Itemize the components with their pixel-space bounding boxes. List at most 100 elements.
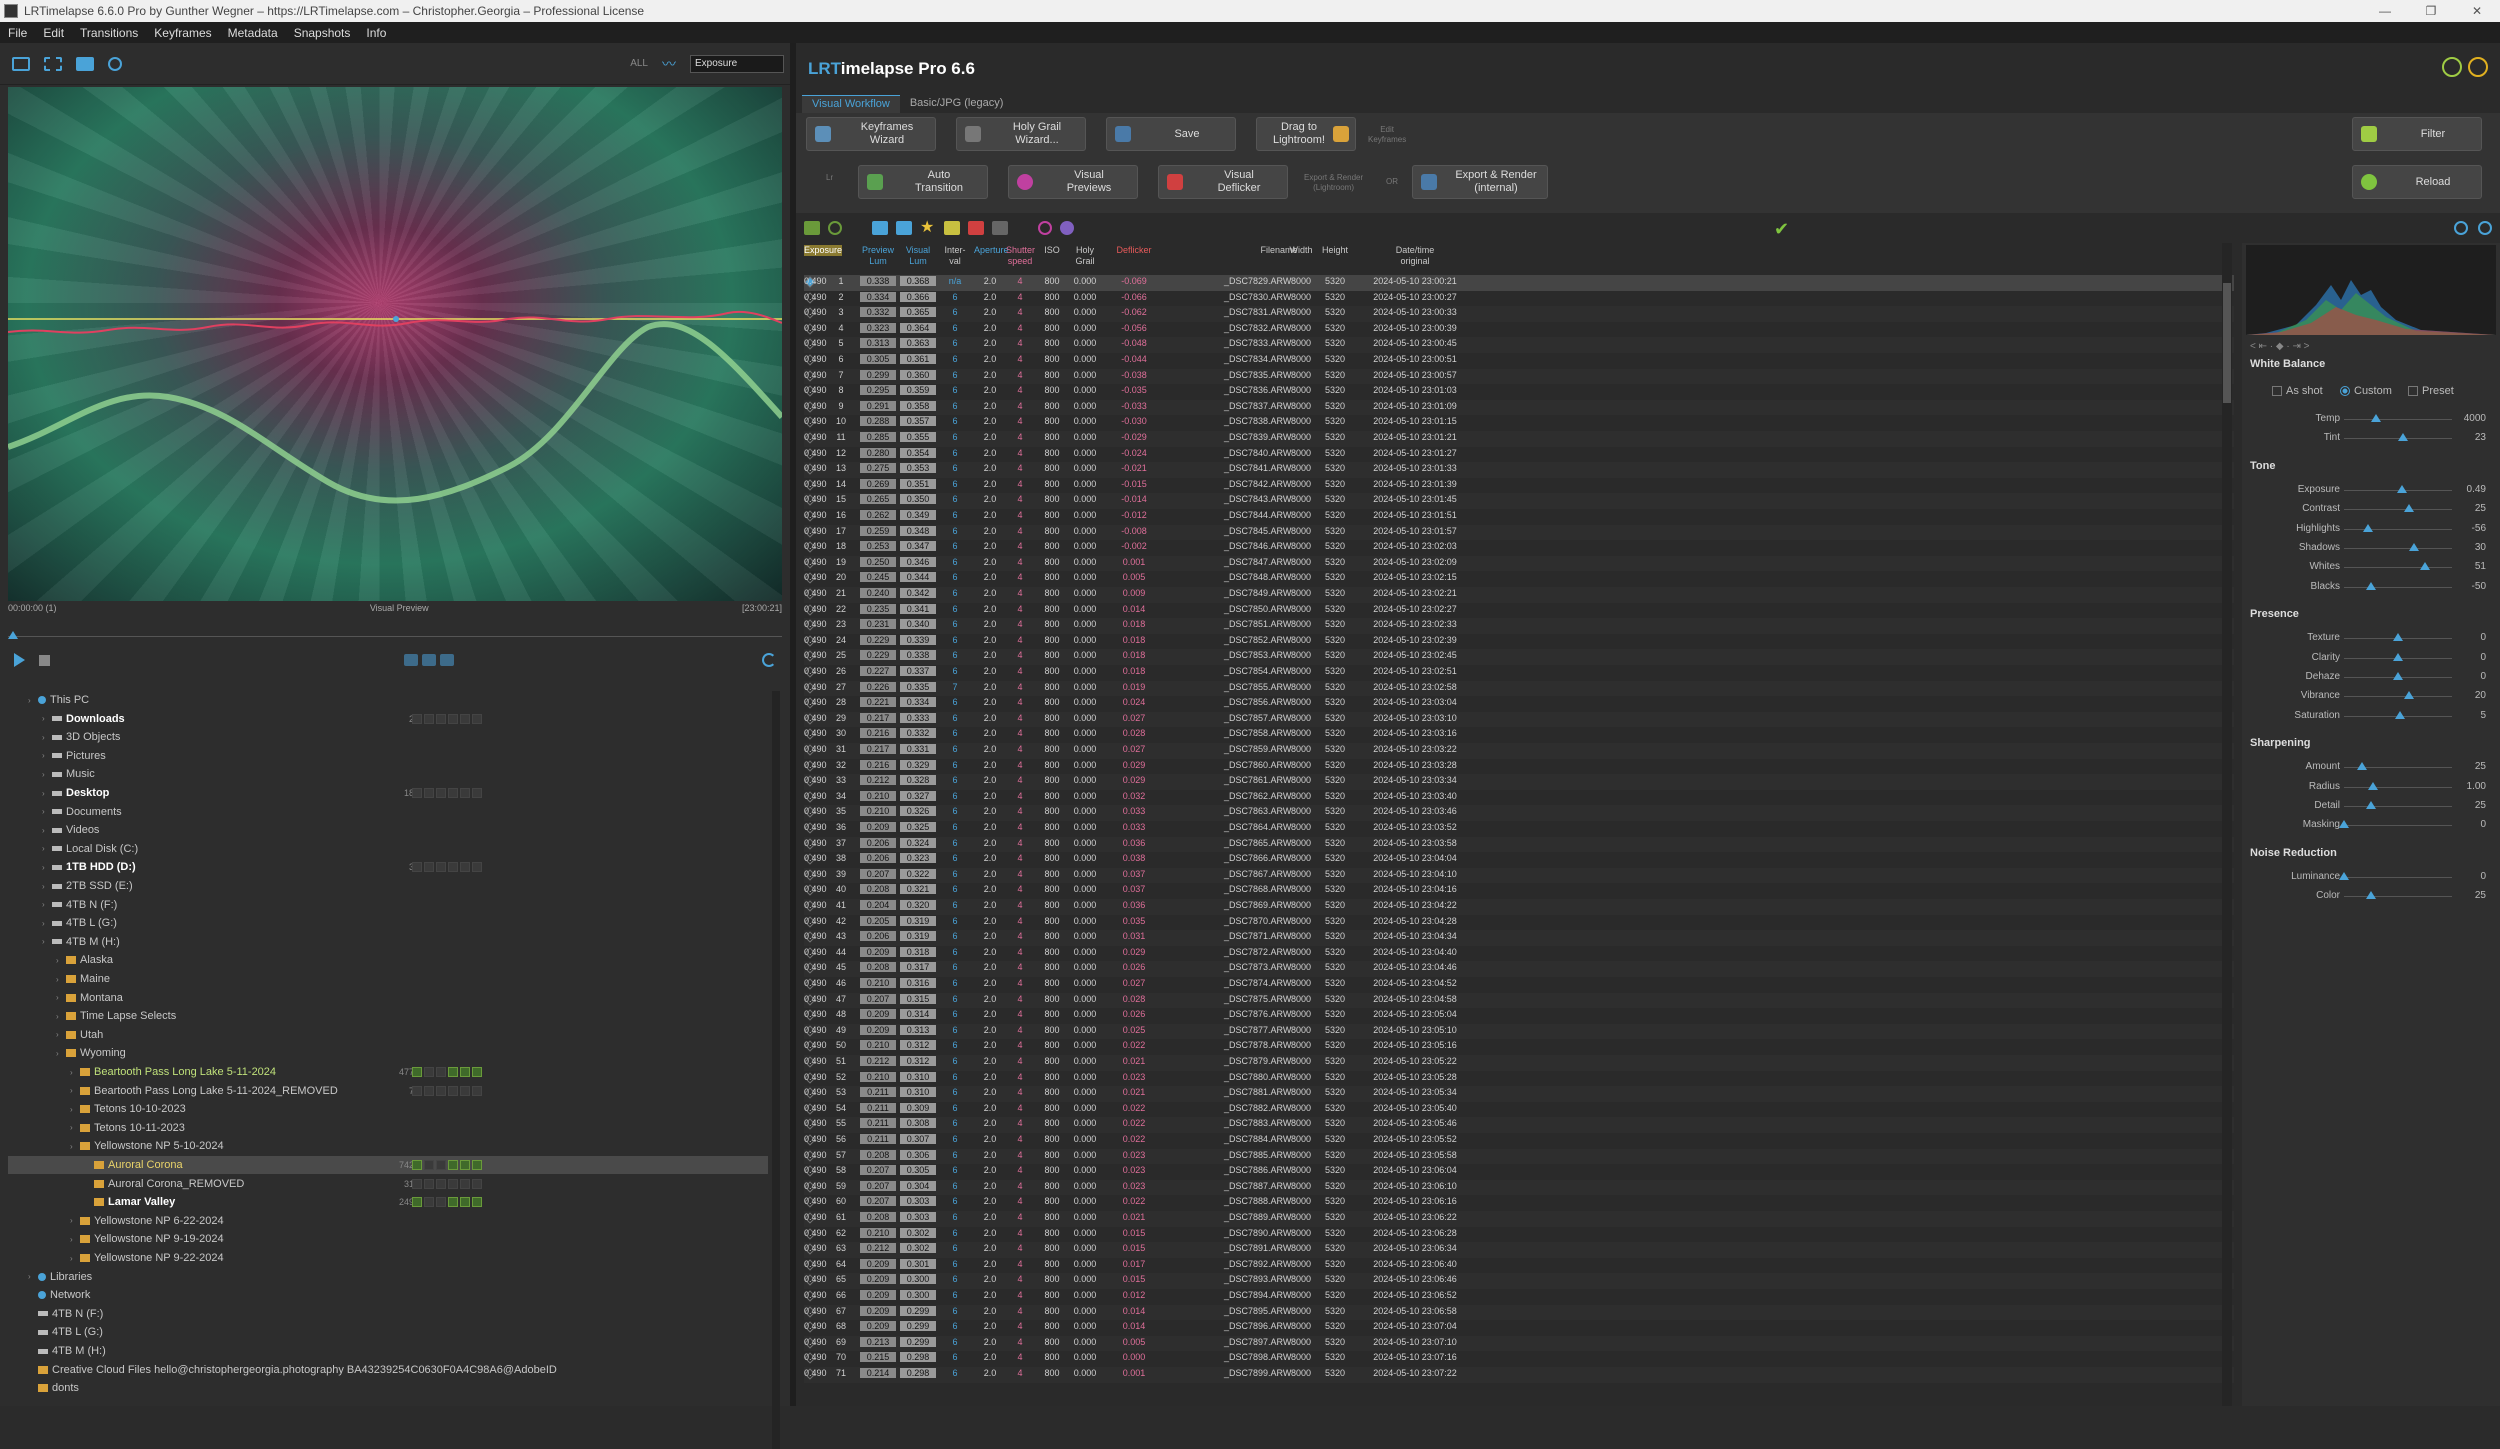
next-keyframe-icon[interactable] (440, 654, 454, 666)
slider-knob[interactable] (2398, 433, 2409, 442)
slider-knob[interactable] (2403, 504, 2414, 513)
circle-tool-icon[interactable] (1038, 221, 1052, 235)
tree-item[interactable]: › Yellowstone NP 9-22-2024 (8, 1249, 768, 1267)
tree-item[interactable]: › Videos (8, 821, 768, 839)
tree-item[interactable]: 4TB M (H:) (8, 1342, 768, 1360)
wb-custom-option[interactable]: Custom (2340, 385, 2392, 397)
playhead-marker[interactable] (8, 631, 18, 639)
all-curves-button[interactable]: ALL (630, 58, 648, 69)
auto-transition-button[interactable]: Auto Transition (858, 165, 988, 199)
slider-track[interactable] (2344, 586, 2452, 588)
save-button[interactable]: Save (1106, 117, 1236, 151)
table-row[interactable]: 53 0.211 0.310 6 2.0 4 800 0.000 0.021 _DSC7881.A… (804, 1086, 2234, 1102)
table-row[interactable]: 58 0.207 0.305 6 2.0 4 800 0.000 0.023 _DSC7886.A… (804, 1164, 2234, 1180)
slider-track[interactable] (2344, 419, 2452, 420)
purple-tool-icon[interactable] (1060, 221, 1074, 235)
tree-item[interactable]: › Tetons 10-10-2023 (8, 1100, 768, 1118)
table-row[interactable]: 26 0.227 0.337 6 2.0 4 800 0.000 0.018 _DSC7854.A… (804, 665, 2234, 681)
tree-item[interactable]: › Desktop 18 (8, 784, 768, 802)
expand-arrow-icon[interactable]: › (42, 826, 52, 835)
table-row[interactable]: 28 0.221 0.334 6 2.0 4 800 0.000 0.024 _DSC7856.A… (804, 696, 2234, 712)
table-row[interactable]: 13 0.275 0.353 6 2.0 4 800 0.000 -0.021 _DSC7841.… (804, 462, 2234, 478)
table-row[interactable]: 55 0.211 0.308 6 2.0 4 800 0.000 0.022 _DSC7883.A… (804, 1117, 2234, 1133)
menu-transitions[interactable]: Transitions (72, 26, 146, 40)
close-button[interactable]: ✕ (2454, 0, 2500, 22)
table-row[interactable]: 31 0.217 0.331 6 2.0 4 800 0.000 0.027 _DSC7859.A… (804, 743, 2234, 759)
column-header[interactable]: Visual Lum (900, 245, 936, 267)
refresh-icon[interactable] (762, 653, 776, 667)
develop-slider[interactable]: Amount 25 (2242, 759, 2500, 775)
maximize-button[interactable]: ❐ (2408, 0, 2454, 22)
tree-item[interactable]: Creative Cloud Files hello@christopherge… (8, 1361, 768, 1379)
menu-edit[interactable]: Edit (35, 26, 72, 40)
slider-knob[interactable] (2366, 801, 2376, 809)
slider-knob[interactable] (2362, 523, 2373, 532)
tree-item[interactable]: › 4TB L (G:) (8, 914, 768, 932)
grid-icon[interactable] (804, 221, 820, 235)
develop-slider[interactable]: Blacks -50 (2242, 579, 2500, 595)
folder-view-icon[interactable] (12, 56, 30, 71)
slider-track[interactable] (2344, 548, 2452, 549)
export-render-internal-button[interactable]: Export & Render (internal) (1412, 165, 1548, 199)
slider-knob[interactable] (2339, 871, 2349, 880)
expand-arrow-icon[interactable]: › (70, 1068, 80, 1077)
table-row[interactable]: 36 0.209 0.325 6 2.0 4 800 0.000 0.033 _DSC7864.A… (804, 821, 2234, 837)
prev-keyframe-icon[interactable] (404, 654, 418, 666)
table-row[interactable]: 19 0.250 0.346 6 2.0 4 800 0.000 0.001 _DSC7847.A… (804, 555, 2234, 572)
table-row[interactable]: 8 0.295 0.359 6 2.0 4 800 0.000 -0.035 _DSC7836.A… (804, 384, 2234, 400)
zoom-icon[interactable] (108, 56, 122, 71)
table-row[interactable]: 15 0.265 0.350 6 2.0 4 800 0.000 -0.014 _DSC7843.… (804, 493, 2234, 509)
wand-tool-icon[interactable] (944, 221, 960, 235)
expand-arrow-icon[interactable]: › (70, 1142, 80, 1151)
stop-icon[interactable] (39, 654, 50, 666)
reload-button[interactable]: Reload (2352, 165, 2482, 199)
table-row[interactable]: 46 0.210 0.316 6 2.0 4 800 0.000 0.027 _DSC7874.A… (804, 977, 2234, 993)
expand-arrow-icon[interactable]: › (70, 1086, 80, 1095)
tree-item[interactable]: › Alaska (8, 951, 768, 969)
table-row[interactable]: 32 0.216 0.329 6 2.0 4 800 0.000 0.029 _DSC7860.A… (804, 759, 2234, 775)
tree-item[interactable]: › Pictures (8, 747, 768, 765)
expand-arrow-icon[interactable]: › (42, 863, 52, 872)
tree-item[interactable]: › Documents (8, 803, 768, 821)
tree-item[interactable]: › This PC (8, 691, 768, 709)
develop-slider[interactable]: Detail 25 (2242, 798, 2500, 814)
table-row[interactable]: 42 0.205 0.319 6 2.0 4 800 0.000 0.035 _DSC7870.A… (804, 915, 2234, 931)
table-row[interactable]: 49 0.209 0.313 6 2.0 4 800 0.000 0.025 _DSC7877.A… (804, 1023, 2234, 1040)
expand-arrow-icon[interactable]: › (28, 1272, 38, 1281)
table-row[interactable]: 54 0.211 0.309 6 2.0 4 800 0.000 0.022 _DSC7882.A… (804, 1102, 2234, 1118)
clock-icon[interactable] (828, 221, 842, 235)
table-row[interactable]: 71 0.214 0.298 6 2.0 4 800 0.000 0.001 _DSC7899.A… (804, 1367, 2234, 1383)
slider-track[interactable] (2344, 509, 2452, 511)
expand-arrow-icon[interactable]: › (56, 1012, 66, 1021)
tree-item[interactable]: › 4TB N (F:) (8, 896, 768, 914)
table-row[interactable]: 16 0.262 0.349 6 2.0 4 800 0.000 -0.012 _DSC7844.… (804, 509, 2234, 525)
wb-preset-option[interactable]: Preset (2408, 385, 2454, 397)
visual-previews-button[interactable]: Visual Previews (1008, 165, 1138, 199)
play-icon[interactable] (14, 653, 25, 667)
table-row[interactable]: 11 0.285 0.355 6 2.0 4 800 0.000 -0.029 _DSC7839.… (804, 431, 2234, 447)
table-row[interactable]: 9 0.291 0.358 6 2.0 4 800 0.000 -0.033 _DSC7837.A… (804, 399, 2234, 416)
histogram-nav[interactable]: < ⇤ · ◆ · ⇥ > (2250, 341, 2309, 352)
settings-icon[interactable] (2454, 221, 2468, 235)
expand-arrow-icon[interactable]: › (56, 1049, 66, 1058)
table-row[interactable]: 69 0.213 0.299 6 2.0 4 800 0.000 0.005 _DSC7897.A… (804, 1335, 2234, 1352)
develop-slider[interactable]: Saturation 5 (2242, 708, 2500, 724)
slider-track[interactable] (2344, 786, 2452, 788)
slider-knob[interactable] (2409, 543, 2420, 551)
develop-slider[interactable]: Temp 4000 (2242, 411, 2500, 427)
column-header[interactable]: Shutter speed (1006, 245, 1035, 267)
table-row[interactable]: 4 0.323 0.364 6 2.0 4 800 0.000 -0.056 _DSC7832.A… (804, 322, 2234, 338)
menu-snapshots[interactable]: Snapshots (286, 26, 359, 40)
expand-arrow-icon[interactable]: › (42, 937, 52, 946)
table-row[interactable]: 34 0.210 0.327 6 2.0 4 800 0.000 0.032 _DSC7862.A… (804, 790, 2234, 806)
table-row[interactable]: 29 0.217 0.333 6 2.0 4 800 0.000 0.027 _DSC7857.A… (804, 711, 2234, 728)
slider-knob[interactable] (2395, 710, 2406, 719)
tree-item[interactable]: › Wyoming (8, 1044, 768, 1062)
table-row[interactable]: 39 0.207 0.322 6 2.0 4 800 0.000 0.037 _DSC7867.A… (804, 867, 2234, 884)
tab-basic-jpg[interactable]: Basic/JPG (legacy) (900, 95, 1014, 113)
table-row[interactable]: 25 0.229 0.338 6 2.0 4 800 0.000 0.018 _DSC7853.A… (804, 649, 2234, 665)
table-row[interactable]: 45 0.208 0.317 6 2.0 4 800 0.000 0.026 _DSC7873.A… (804, 961, 2234, 977)
keyframe-icon[interactable] (422, 654, 436, 666)
table-row[interactable]: 2 0.334 0.366 6 2.0 4 800 0.000 -0.066 _DSC7830.A… (804, 291, 2234, 307)
table-row[interactable]: 63 0.212 0.302 6 2.0 4 800 0.000 0.015 _DSC7891.A… (804, 1242, 2234, 1258)
